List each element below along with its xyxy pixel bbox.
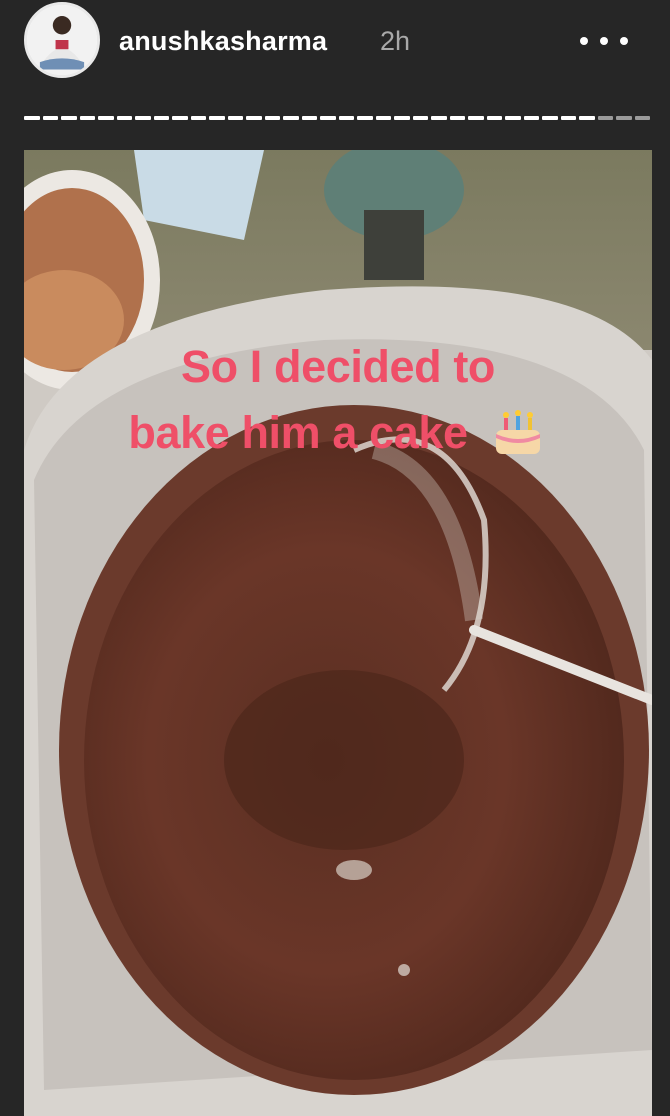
progress-segment (338, 116, 354, 120)
timestamp: 2h (380, 26, 411, 56)
progress-segment (209, 116, 225, 120)
more-options-icon[interactable] (574, 26, 634, 56)
caption-line-2: bake him a cake (24, 400, 652, 466)
progress-segment (283, 116, 299, 120)
progress-segment (172, 116, 188, 120)
progress-segment (79, 116, 95, 120)
story-media[interactable]: So I decided to bake him a cake (24, 150, 652, 1116)
progress-segment (301, 116, 317, 120)
progress-segment (264, 116, 280, 120)
progress-segment (394, 116, 410, 120)
progress-segment (579, 116, 595, 120)
progress-segment (542, 116, 558, 120)
progress-segment (98, 116, 114, 120)
birthday-cake-emoji-icon (488, 400, 548, 460)
progress-segment (431, 116, 447, 120)
progress-segment (486, 116, 502, 120)
progress-segment (634, 116, 650, 120)
progress-segment (24, 116, 40, 120)
progress-segment (153, 116, 169, 120)
progress-segment (320, 116, 336, 120)
progress-segment (116, 116, 132, 120)
profile-avatar[interactable] (24, 2, 100, 78)
progress-segment (227, 116, 243, 120)
progress-segment (449, 116, 465, 120)
progress-segment (412, 116, 428, 120)
story-progress-bar (24, 116, 650, 122)
progress-segment (42, 116, 58, 120)
username[interactable]: anushkasharma (119, 26, 327, 57)
progress-segment (135, 116, 151, 120)
progress-segment (560, 116, 576, 120)
story-caption: So I decided to bake him a cake (24, 334, 652, 466)
caption-line-2-text: bake him a cake (128, 407, 468, 458)
story-header: anushkasharma 2h (0, 0, 670, 150)
progress-segment (357, 116, 373, 120)
progress-segment (616, 116, 632, 120)
caption-line-1: So I decided to (180, 341, 496, 392)
avatar-image (27, 5, 97, 75)
progress-segment (597, 116, 613, 120)
progress-segment (190, 116, 206, 120)
story-photo (24, 150, 652, 1116)
progress-segment (61, 116, 77, 120)
progress-segment (246, 116, 262, 120)
progress-segment (505, 116, 521, 120)
progress-segment (375, 116, 391, 120)
progress-segment (523, 116, 539, 120)
progress-segment (468, 116, 484, 120)
